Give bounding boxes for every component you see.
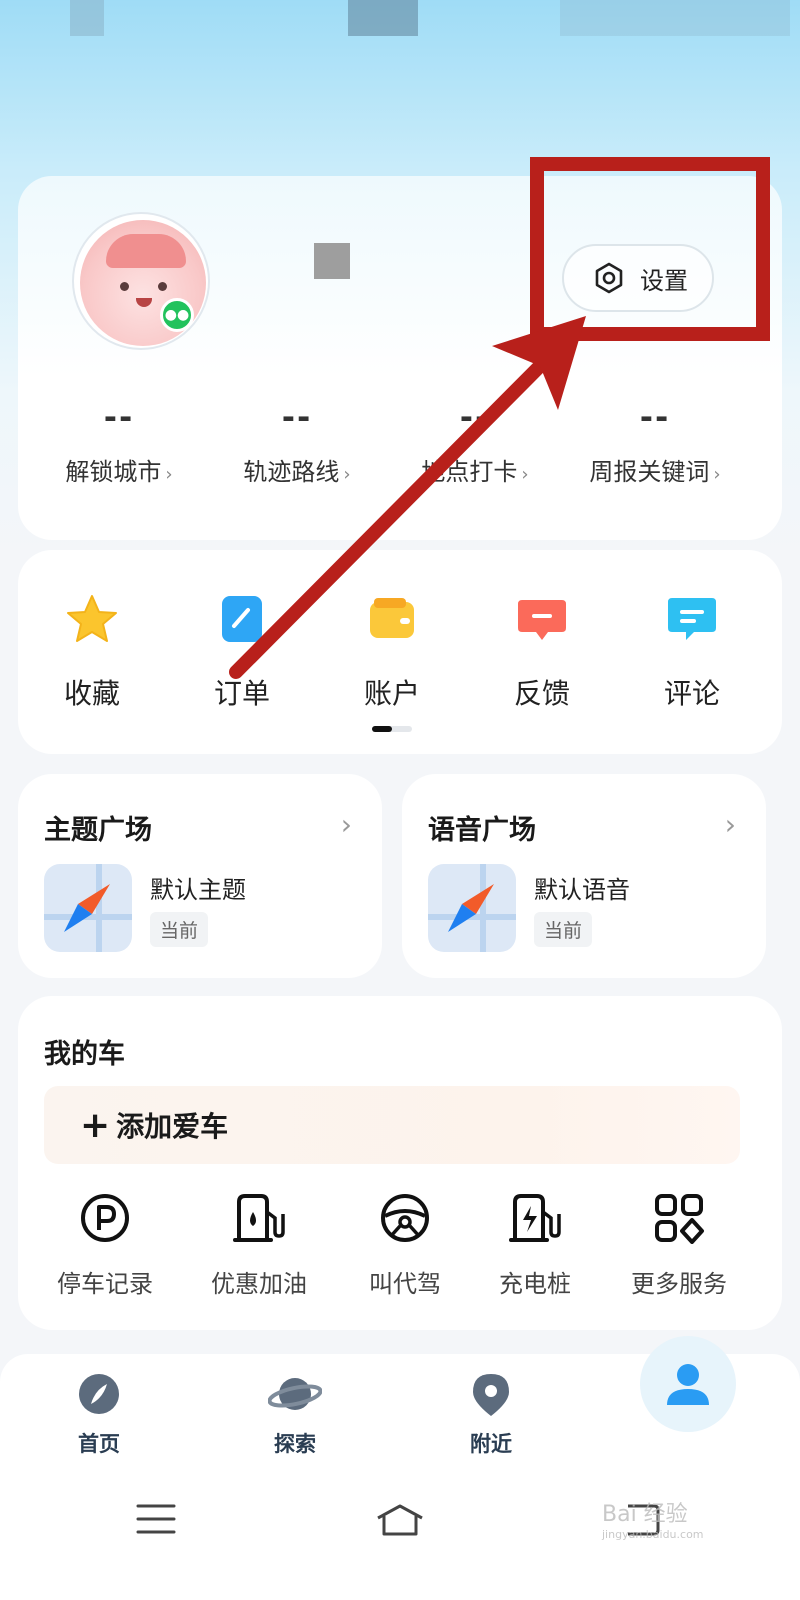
- watermark: Bai 经验 jingyan.baidu.com: [602, 1502, 704, 1541]
- annotation-arrow: [229, 316, 586, 679]
